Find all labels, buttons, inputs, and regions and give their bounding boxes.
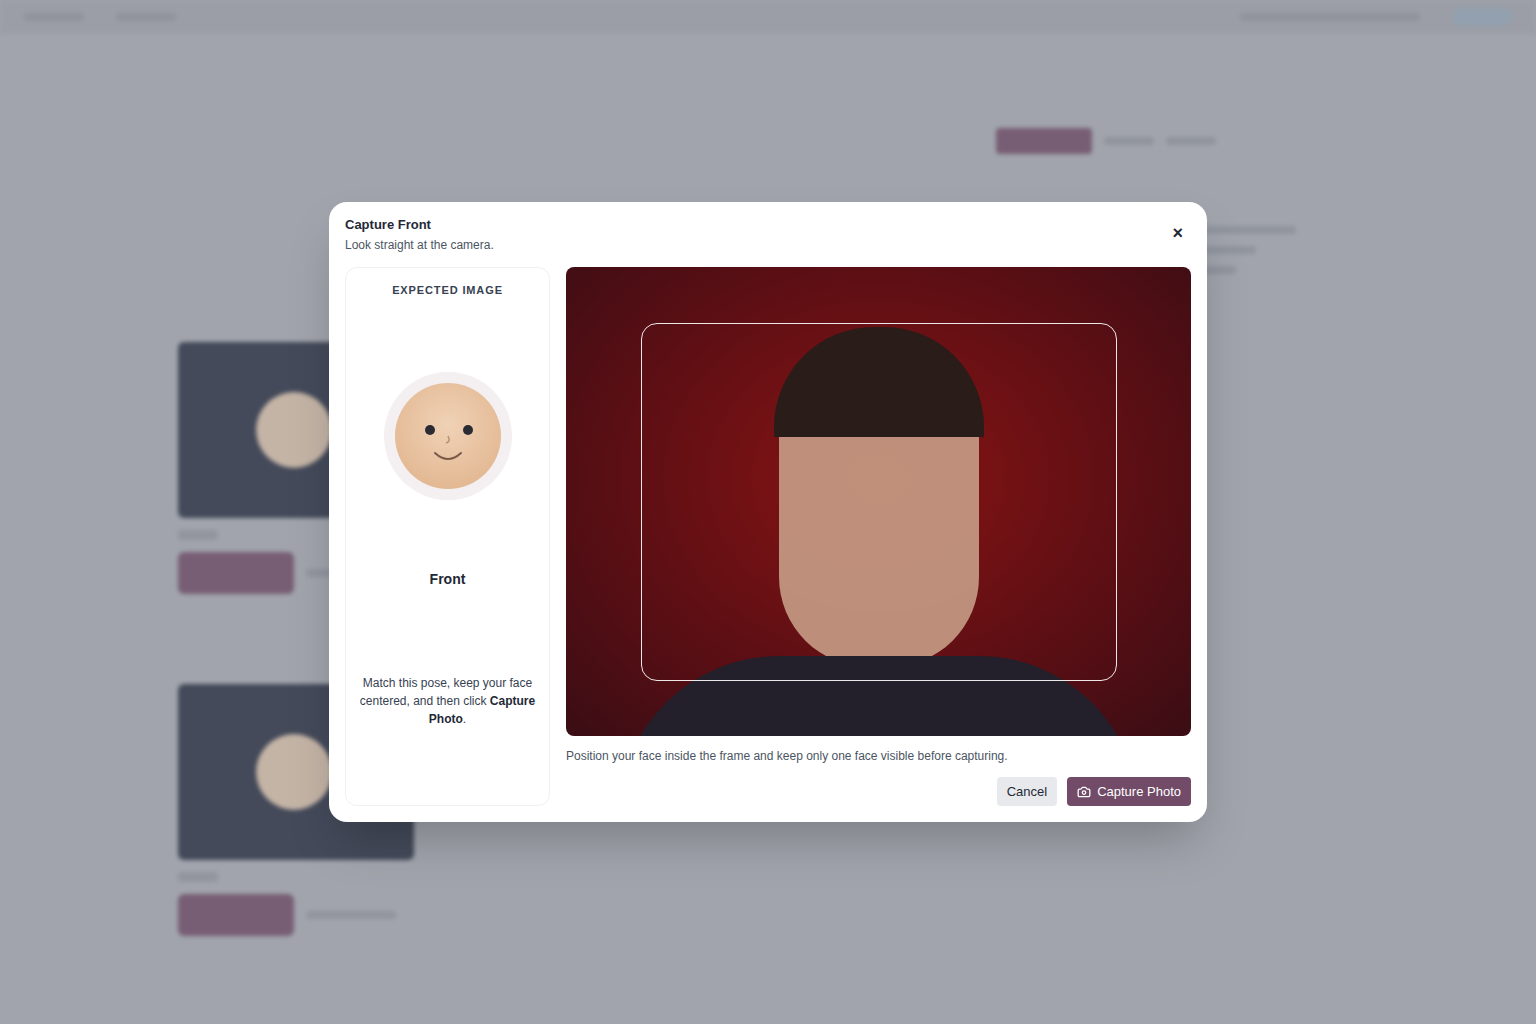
dialog-subtitle: Look straight at the camera. [345, 236, 494, 254]
expected-heading: EXPECTED IMAGE [392, 282, 503, 299]
app: Capture Front Look straight at the camera… [0, 0, 1536, 1024]
face-icon [395, 383, 501, 489]
dialog-title: Capture Front [345, 216, 494, 234]
modal-overlay: Capture Front Look straight at the camera… [0, 0, 1536, 1024]
face-frame [641, 323, 1117, 681]
camera-preview [566, 267, 1191, 736]
capture-dialog: Capture Front Look straight at the camera… [329, 202, 1207, 822]
dialog-body: EXPECTED IMAGE Front Match this pose, keep… [345, 267, 1191, 806]
camera-icon [1077, 785, 1091, 799]
close-button[interactable]: × [1164, 216, 1191, 242]
dialog-header: Capture Front Look straight at the camera… [345, 216, 1191, 254]
cancel-button[interactable]: Cancel [997, 777, 1057, 806]
camera-hint: Position your face inside the frame and … [566, 748, 1191, 764]
capture-photo-button[interactable]: Capture Photo [1067, 777, 1191, 806]
pose-label: Front [430, 569, 466, 590]
pose-instructions: Match this pose, keep your face centered… [358, 674, 537, 728]
expected-image-panel: EXPECTED IMAGE Front Match this pose, keep… [345, 267, 550, 806]
dialog-actions: Cancel Capture Photo [566, 777, 1191, 806]
expected-pose-avatar [384, 372, 512, 500]
